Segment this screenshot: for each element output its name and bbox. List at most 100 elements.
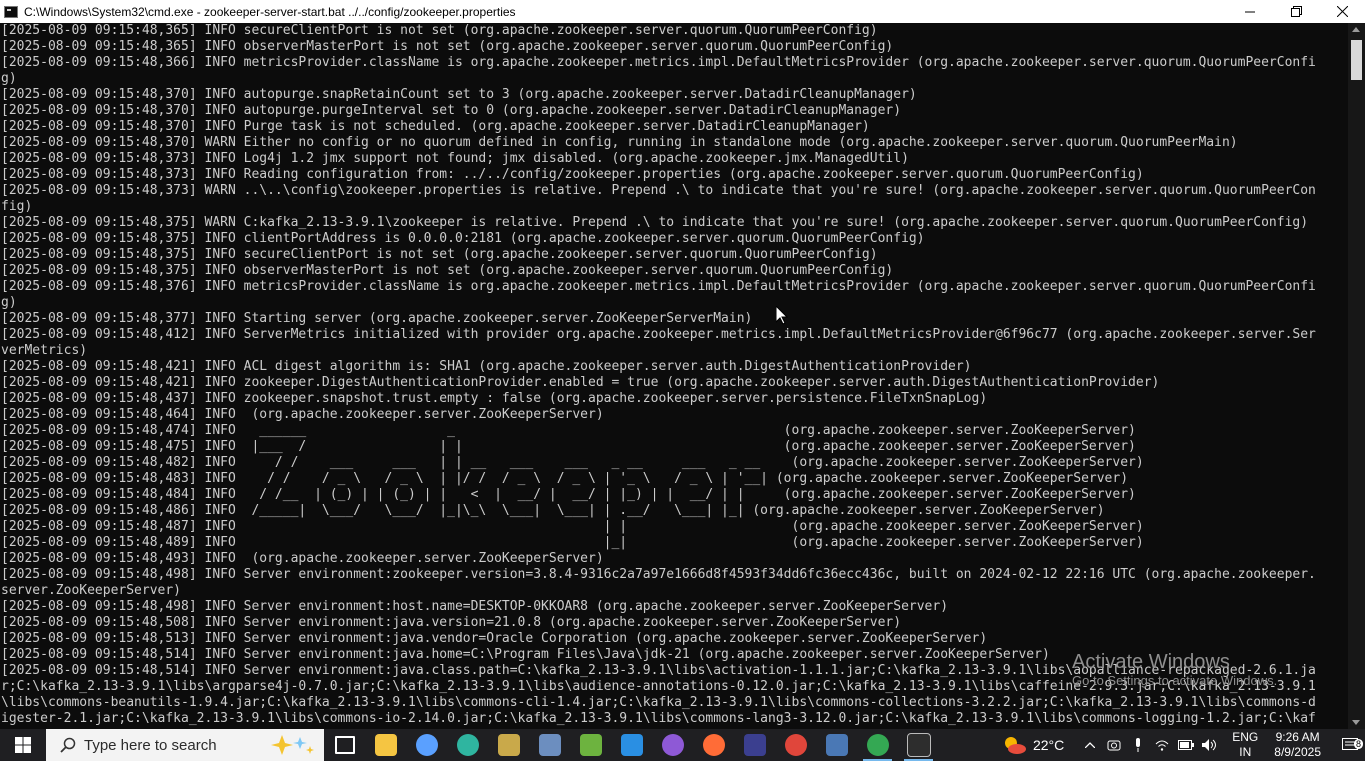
console-line: [2025-08-09 09:15:48,365] INFO secureCli… bbox=[1, 23, 878, 38]
console-line: fig) bbox=[1, 199, 33, 214]
console-line: [2025-08-09 09:15:48,376] INFO metricsPr… bbox=[1, 279, 1316, 294]
console-line: [2025-08-09 09:15:48,486] INFO /_____| \… bbox=[1, 503, 1105, 518]
network-tray-button[interactable] bbox=[1150, 739, 1174, 751]
battery-icon bbox=[1178, 740, 1195, 750]
mouse-cursor-icon bbox=[776, 306, 788, 325]
console-line: server.ZooKeeperServer) bbox=[1, 583, 182, 598]
minimize-button[interactable] bbox=[1227, 0, 1273, 23]
taskbar-app-vscode[interactable] bbox=[611, 729, 652, 761]
console-line: [2025-08-09 09:15:48,375] WARN C:kafka_2… bbox=[1, 215, 1309, 230]
scroll-down-icon[interactable] bbox=[1352, 720, 1360, 725]
taskbar-app-postman[interactable] bbox=[693, 729, 734, 761]
console-line: [2025-08-09 09:15:48,508] INFO Server en… bbox=[1, 615, 902, 630]
console-line: [2025-08-09 09:15:48,421] INFO ACL diges… bbox=[1, 359, 972, 374]
console-line: [2025-08-09 09:15:48,482] INFO / / ___ _… bbox=[1, 455, 1144, 470]
console-line: [2025-08-09 09:15:48,373] INFO Reading c… bbox=[1, 167, 1144, 182]
close-icon bbox=[1336, 6, 1348, 17]
edge-icon bbox=[456, 734, 479, 756]
notification-count-badge: 8 bbox=[1353, 739, 1363, 749]
vertical-scrollbar[interactable] bbox=[1348, 23, 1365, 729]
console-output[interactable]: [2025-08-09 09:15:48,365] INFO secureCli… bbox=[0, 23, 1348, 729]
vscode-icon bbox=[620, 734, 643, 756]
console-line: [2025-08-09 09:15:48,513] INFO Server en… bbox=[1, 631, 988, 646]
cmd-app-icon bbox=[4, 5, 18, 18]
console-line: igester-2.1.jar;C:\kafka_2.13-3.9.1\libs… bbox=[1, 711, 1316, 726]
console-line: [2025-08-09 09:15:48,464] INFO (org.apac… bbox=[1, 407, 604, 422]
scrollbar-thumb[interactable] bbox=[1351, 40, 1362, 80]
chevron-up-icon bbox=[1085, 742, 1096, 748]
battery-tray-button[interactable] bbox=[1174, 740, 1198, 750]
console-line: [2025-08-09 09:15:48,370] INFO autopurge… bbox=[1, 87, 917, 102]
console-line: [2025-08-09 09:15:48,493] INFO (org.apac… bbox=[1, 551, 604, 566]
microphone-icon bbox=[1136, 738, 1141, 752]
camera-icon bbox=[1107, 740, 1121, 751]
postman-icon bbox=[702, 734, 725, 756]
console-line: [2025-08-09 09:15:48,489] INFO |_| (org.… bbox=[1, 535, 1144, 550]
taskbar-app-cmd[interactable] bbox=[898, 729, 939, 761]
weather-temperature: 22°C bbox=[1032, 737, 1065, 753]
watermark-title: Activate Windows bbox=[1072, 651, 1230, 673]
copilot-icon bbox=[415, 734, 438, 756]
restore-button[interactable] bbox=[1273, 0, 1319, 23]
taskbar-app-edge[interactable] bbox=[447, 729, 488, 761]
console-line: [2025-08-09 09:15:48,475] INFO |___ / | … bbox=[1, 439, 1136, 454]
taskbar-app-mysql-workbench[interactable] bbox=[529, 729, 570, 761]
console-line: [2025-08-09 09:15:48,373] WARN ..\..\con… bbox=[1, 183, 1316, 198]
console-line: [2025-08-09 09:15:48,421] INFO zookeeper… bbox=[1, 375, 1160, 390]
chrome-profile-icon bbox=[866, 734, 889, 756]
taskbar-app-file-explorer[interactable] bbox=[365, 729, 406, 761]
restore-icon bbox=[1290, 6, 1302, 17]
speaker-icon bbox=[1202, 739, 1217, 751]
taskbar-clock[interactable]: 9:26 AM 8/9/2025 bbox=[1274, 730, 1321, 760]
close-button[interactable] bbox=[1319, 0, 1365, 23]
console-line: [2025-08-09 09:15:48,484] INFO / /__ | (… bbox=[1, 487, 1136, 502]
taskbar-app-chrome[interactable] bbox=[775, 729, 816, 761]
language-region: IN bbox=[1239, 745, 1252, 759]
start-button[interactable] bbox=[0, 729, 46, 761]
taskbar-pinned-apps bbox=[324, 729, 939, 761]
console-line: [2025-08-09 09:15:48,370] WARN Either no… bbox=[1, 135, 1238, 150]
scroll-up-icon[interactable] bbox=[1352, 27, 1360, 32]
console-line: [2025-08-09 09:15:48,412] INFO ServerMet… bbox=[1, 327, 1316, 342]
console-line: [2025-08-09 09:15:48,366] INFO metricsPr… bbox=[1, 55, 1316, 70]
microphone-tray-button[interactable] bbox=[1126, 738, 1150, 752]
console-line: [2025-08-09 09:15:48,370] INFO autopurge… bbox=[1, 103, 902, 118]
taskbar-app-eclipse[interactable] bbox=[734, 729, 775, 761]
camera-tray-button[interactable] bbox=[1102, 739, 1126, 751]
taskbar-app-spring-tools[interactable] bbox=[570, 729, 611, 761]
show-hidden-icons-button[interactable] bbox=[1078, 742, 1102, 748]
volume-tray-button[interactable] bbox=[1198, 739, 1222, 751]
console-line: g) bbox=[1, 295, 17, 310]
console-line: [2025-08-09 09:15:48,437] INFO zookeeper… bbox=[1, 391, 988, 406]
taskbar-search-box[interactable]: Type here to search bbox=[46, 729, 324, 761]
windows-logo-icon bbox=[15, 737, 31, 753]
console-line: [2025-08-09 09:15:48,373] INFO Log4j 1.2… bbox=[1, 151, 909, 166]
watermark-subtitle: Go to Settings to activate Windows. bbox=[1072, 673, 1278, 688]
clock-date: 8/9/2025 bbox=[1274, 745, 1321, 759]
window-title-bar[interactable]: C:\Windows\System32\cmd.exe - zookeeper-… bbox=[0, 0, 1365, 23]
language-code: ENG bbox=[1232, 730, 1259, 744]
console-text: [2025-08-09 09:15:48,365] INFO secureCli… bbox=[0, 23, 1348, 727]
taskbar-app-github-desktop[interactable] bbox=[652, 729, 693, 761]
wifi-icon bbox=[1155, 740, 1169, 751]
github-desktop-icon bbox=[661, 734, 684, 756]
taskbar-app-chrome-profile[interactable] bbox=[857, 729, 898, 761]
taskbar-app-snipping-tool[interactable] bbox=[488, 729, 529, 761]
search-placeholder: Type here to search bbox=[84, 736, 217, 754]
window-title: C:\Windows\System32\cmd.exe - zookeeper-… bbox=[24, 4, 516, 19]
weather-sun-cloud-icon bbox=[1004, 737, 1026, 754]
console-line: verMetrics) bbox=[1, 343, 88, 358]
file-explorer-icon bbox=[374, 734, 397, 756]
notification-center-button[interactable]: 8 bbox=[1335, 738, 1365, 752]
clock-time: 9:26 AM bbox=[1275, 730, 1320, 744]
taskbar-app-copilot[interactable] bbox=[406, 729, 447, 761]
snipping-tool-icon bbox=[497, 734, 520, 756]
input-language-indicator[interactable]: ENG IN bbox=[1232, 730, 1258, 760]
console-line: [2025-08-09 09:15:48,498] INFO Server en… bbox=[1, 567, 1316, 582]
console-line: [2025-08-09 09:15:48,370] INFO Purge tas… bbox=[1, 119, 870, 134]
weather-widget[interactable]: 22°C bbox=[1001, 734, 1064, 756]
taskbar-app-sql-developer[interactable] bbox=[816, 729, 857, 761]
console-line: [2025-08-09 09:15:48,498] INFO Server en… bbox=[1, 599, 949, 614]
cmd-icon bbox=[906, 733, 931, 757]
taskbar-app-task-view[interactable] bbox=[324, 729, 365, 761]
